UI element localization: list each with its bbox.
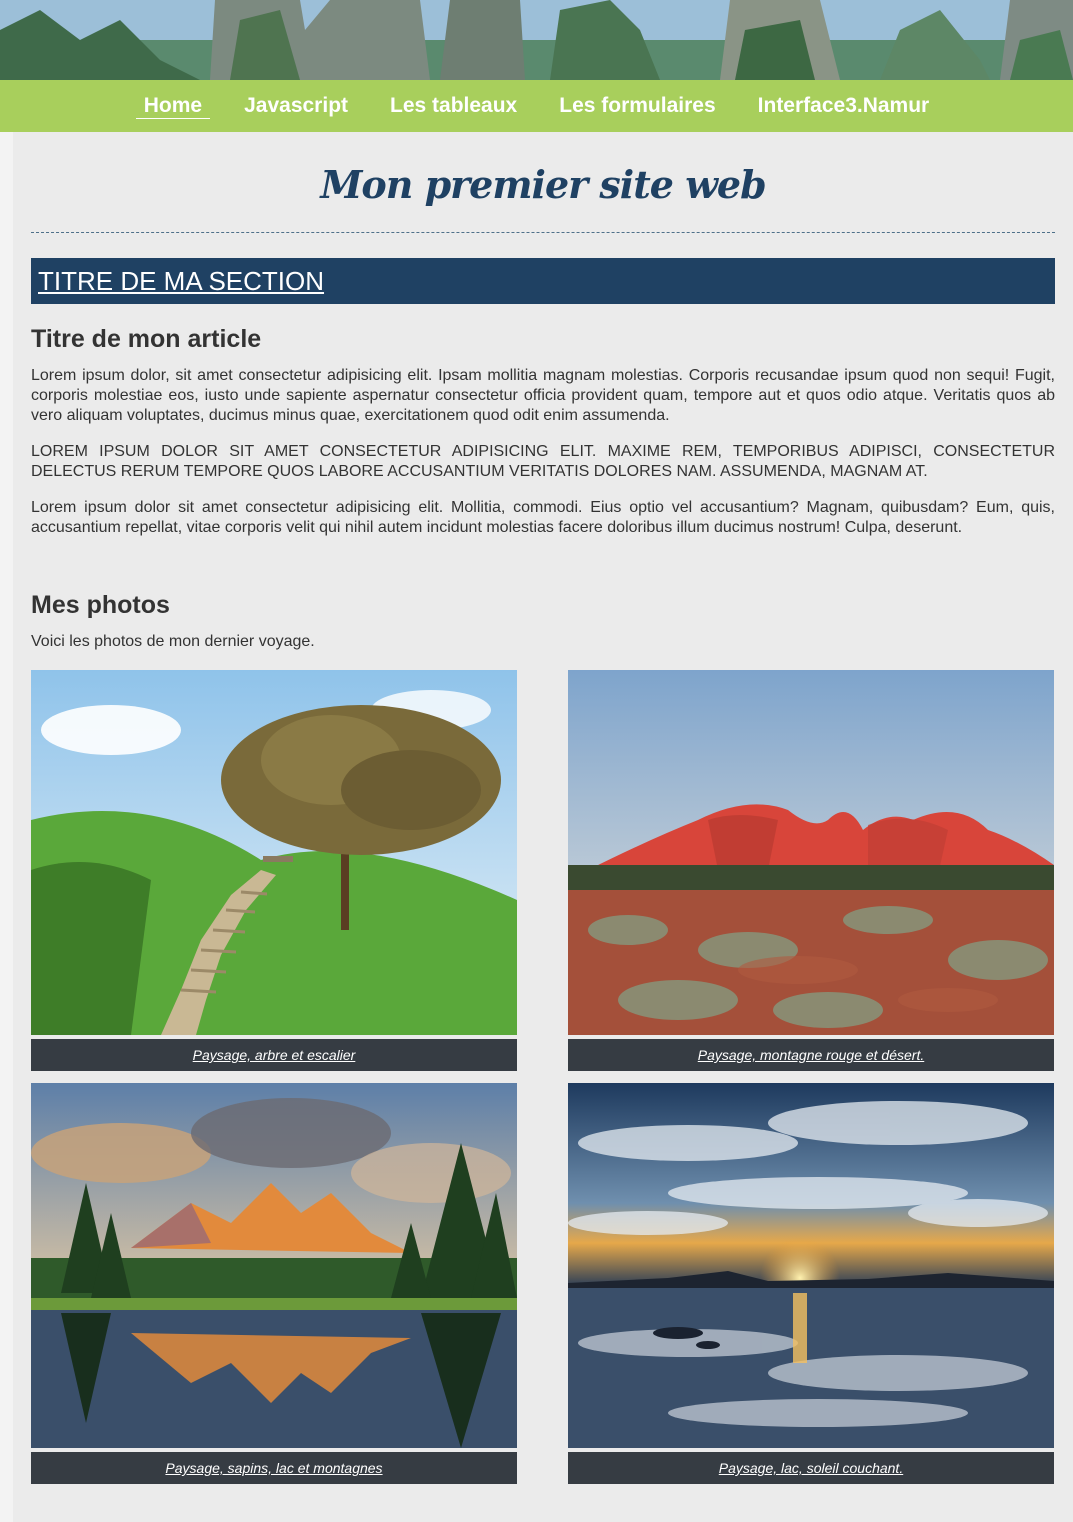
article-title: Titre de mon article [31,325,262,353]
article-paragraph-2: Lorem ipsum dolor sit amet consectetur a… [31,443,1055,480]
photo-caption[interactable]: Paysage, montagne rouge et désert. [568,1039,1054,1071]
section-header: TITRE DE MA SECTION [31,258,1055,304]
photo-card: Paysage, montagne rouge et désert. [568,670,1054,1071]
photo-card: Paysage, sapins, lac et montagnes [31,1083,517,1484]
article-paragraph-1: Lorem ipsum dolor, sit amet consectetur … [31,367,1055,424]
site-title: Mon premier site web [320,162,766,207]
nav-item-tableaux[interactable]: Les tableaux [369,81,538,131]
photo-caption[interactable]: Paysage, sapins, lac et montagnes [31,1452,517,1484]
section-title: TITRE DE MA SECTION [38,266,325,296]
nav-item-formulaires[interactable]: Les formulaires [538,81,736,131]
main-nav: Home Javascript Les tableaux Les formula… [0,80,1073,132]
photo-red-mountain[interactable] [568,670,1054,1035]
nav-item-javascript[interactable]: Javascript [223,81,369,131]
photo-card: Paysage, arbre et escalier [31,670,517,1071]
main-content: Mon premier site web TITRE DE MA SECTION… [13,132,1073,1522]
article-paragraph-3: Lorem ipsum dolor sit amet consectetur a… [31,499,1055,536]
title-separator [31,232,1055,233]
nav-item-interface3[interactable]: Interface3.Namur [737,81,951,131]
photo-caption[interactable]: Paysage, arbre et escalier [31,1039,517,1071]
photo-lake-sunset[interactable] [568,1083,1054,1448]
photo-tree-stairs[interactable] [31,670,517,1035]
header-banner-image [0,0,1073,80]
nav-item-home[interactable]: Home [123,81,223,131]
photos-title: Mes photos [31,591,170,619]
photo-card: Paysage, lac, soleil couchant. [568,1083,1054,1484]
photo-pines-lake[interactable] [31,1083,517,1448]
photo-caption[interactable]: Paysage, lac, soleil couchant. [568,1452,1054,1484]
photos-intro: Voici les photos de mon dernier voyage. [31,633,315,650]
